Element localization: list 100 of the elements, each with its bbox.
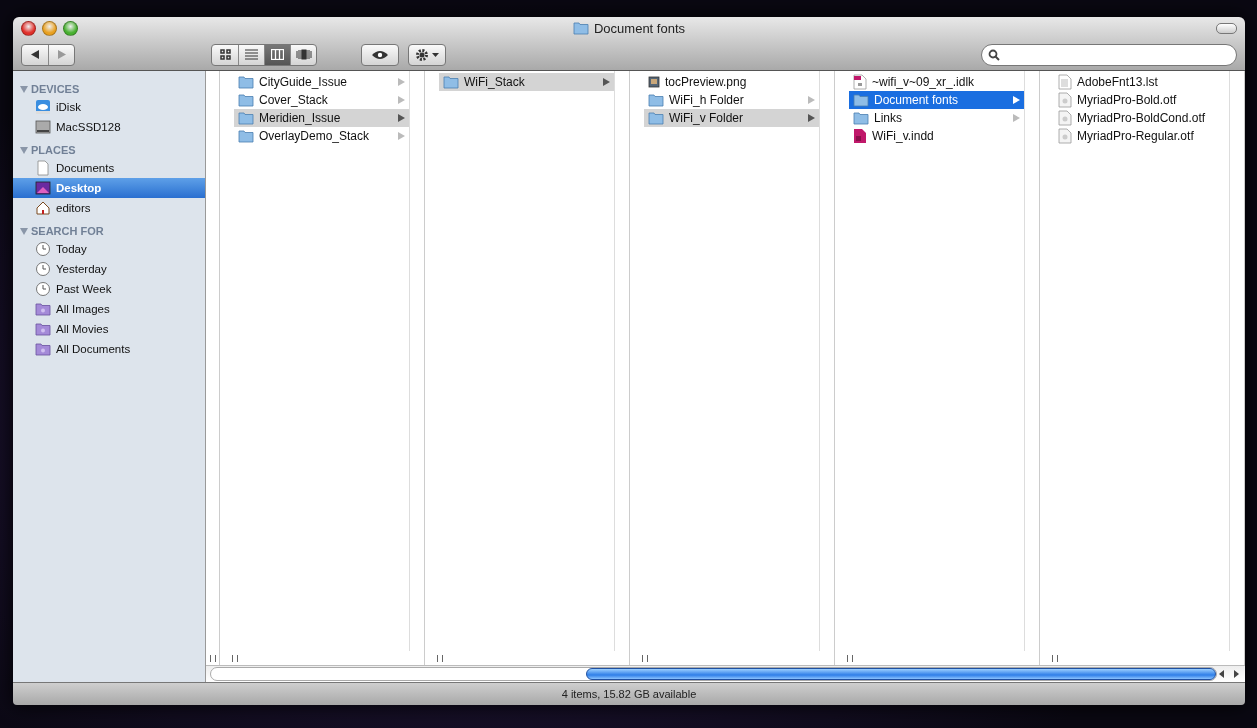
file-name: CityGuide_Issue	[259, 75, 349, 89]
resize-grip[interactable]	[232, 654, 238, 662]
search-field[interactable]	[981, 43, 1237, 66]
right-triangle-icon	[57, 50, 66, 59]
clock-icon	[35, 281, 51, 297]
sidebar-item[interactable]: Today	[13, 239, 205, 259]
smart-folder-icon	[35, 322, 51, 336]
file-name: Cover_Stack	[259, 93, 329, 107]
file-row[interactable]: Links	[849, 109, 1024, 127]
folder-icon	[572, 21, 589, 35]
file-row[interactable]: MyriadPro-BoldCond.otf	[1054, 109, 1229, 127]
document-icon	[35, 160, 51, 176]
disclosure-triangle-icon	[20, 227, 28, 235]
file-row[interactable]: Cover_Stack	[234, 91, 409, 109]
quick-look-button[interactable]	[361, 43, 399, 66]
sidebar-item[interactable]: All Documents	[13, 339, 205, 359]
file-name: WiFi_h Folder	[669, 93, 745, 107]
file-name: MyriadPro-Bold.otf	[1077, 93, 1178, 107]
font-file-icon	[1058, 128, 1072, 144]
file-row[interactable]: WiFi_Stack	[439, 73, 614, 91]
smart-folder-icon	[35, 302, 51, 316]
sidebar-heading: DEVICES	[31, 83, 80, 95]
file-row[interactable]: Meridien_Issue	[234, 109, 409, 127]
file-row[interactable]: MyriadPro-Bold.otf	[1054, 91, 1229, 109]
toolbar-toggle-button[interactable]	[1216, 22, 1237, 34]
status-text: 4 items, 15.82 GB available	[561, 688, 697, 700]
file-name: WiFi_v.indd	[872, 129, 935, 143]
desktop-icon	[35, 180, 51, 196]
file-row[interactable]: OverlayDemo_Stack	[234, 127, 409, 145]
file-name: OverlayDemo_Stack	[259, 129, 371, 143]
sidebar-item[interactable]: Documents	[13, 158, 205, 178]
file-row[interactable]: WiFi_v Folder	[644, 109, 819, 127]
clock-icon	[35, 261, 51, 277]
scroll-thumb[interactable]	[586, 668, 1216, 680]
folder-icon	[648, 111, 664, 125]
folder-icon	[238, 93, 254, 107]
folder-icon	[238, 111, 254, 125]
sidebar-item[interactable]: All Movies	[13, 319, 205, 339]
file-row[interactable]: CityGuide_Issue	[234, 73, 409, 91]
sidebar-item[interactable]: MacSSD128	[13, 117, 205, 137]
file-name: Document fonts	[874, 93, 960, 107]
resize-grip[interactable]	[642, 654, 648, 662]
file-row[interactable]: tocPreview.png	[644, 73, 819, 91]
folder-icon	[238, 129, 254, 143]
file-row[interactable]: ~wifi_v~09_xr_.idlk	[849, 73, 1024, 91]
locked-file-icon	[853, 74, 867, 90]
eye-icon	[371, 49, 389, 60]
font-file-icon	[1058, 110, 1072, 126]
folder-icon	[238, 75, 254, 89]
disclosure-arrow-icon	[398, 96, 405, 104]
indesign-file-icon	[853, 128, 867, 144]
house-icon	[35, 200, 51, 216]
sidebar-item[interactable]: Yesterday	[13, 259, 205, 279]
disclosure-arrow-icon	[398, 78, 405, 86]
column-view-icon	[271, 49, 284, 60]
image-file-icon	[648, 76, 660, 88]
sidebar-item[interactable]: editors	[13, 198, 205, 218]
back-forward-control[interactable]	[21, 43, 75, 66]
sidebar-item[interactable]: Past Week	[13, 279, 205, 299]
action-menu-button[interactable]	[408, 43, 446, 66]
disclosure-arrow-icon	[398, 132, 405, 140]
sidebar-heading: PLACES	[31, 144, 76, 156]
scroll-arrows-icon[interactable]	[1217, 669, 1241, 679]
resize-grip[interactable]	[209, 655, 216, 662]
icon-view-icon	[219, 49, 231, 60]
view-mode-button[interactable]	[264, 44, 290, 65]
file-name: ~wifi_v~09_xr_.idlk	[872, 75, 976, 89]
view-mode-control[interactable]	[211, 43, 317, 66]
disclosure-arrow-icon	[1013, 114, 1020, 122]
resize-grip[interactable]	[847, 654, 853, 662]
minimize-button[interactable]	[42, 20, 57, 36]
resize-grip[interactable]	[1052, 654, 1058, 662]
file-row[interactable]: WiFi_v.indd	[849, 127, 1024, 145]
file-row[interactable]: WiFi_h Folder	[644, 91, 819, 109]
file-name: WiFi_v Folder	[669, 111, 744, 125]
file-row[interactable]: MyriadPro-Regular.otf	[1054, 127, 1229, 145]
left-triangle-icon	[31, 50, 39, 59]
close-button[interactable]	[21, 20, 36, 36]
sidebar-item[interactable]: Desktop	[13, 178, 205, 198]
caret-icon	[432, 52, 439, 57]
zoom-button[interactable]	[63, 20, 78, 36]
hard-drive-icon	[35, 119, 51, 135]
sidebar-item[interactable]: iDisk	[13, 97, 205, 117]
clock-icon	[35, 241, 51, 257]
folder-icon	[648, 93, 664, 107]
file-name: Meridien_Issue	[259, 111, 342, 125]
file-row[interactable]: AdobeFnt13.lst	[1054, 73, 1229, 91]
sidebar-heading: SEARCH FOR	[31, 225, 104, 237]
file-name: MyriadPro-Regular.otf	[1077, 129, 1195, 143]
file-name: Links	[874, 111, 903, 125]
resize-grip[interactable]	[437, 654, 443, 662]
disclosure-arrow-icon	[603, 78, 610, 86]
horizontal-scrollbar[interactable]	[206, 665, 1245, 682]
window-title: Document fonts	[593, 20, 685, 36]
folder-icon	[853, 93, 869, 107]
folder-icon	[853, 111, 869, 125]
search-icon	[988, 48, 1000, 61]
file-name: MyriadPro-BoldCond.otf	[1077, 111, 1207, 125]
file-row[interactable]: Document fonts	[849, 91, 1024, 109]
sidebar-item[interactable]: All Images	[13, 299, 205, 319]
